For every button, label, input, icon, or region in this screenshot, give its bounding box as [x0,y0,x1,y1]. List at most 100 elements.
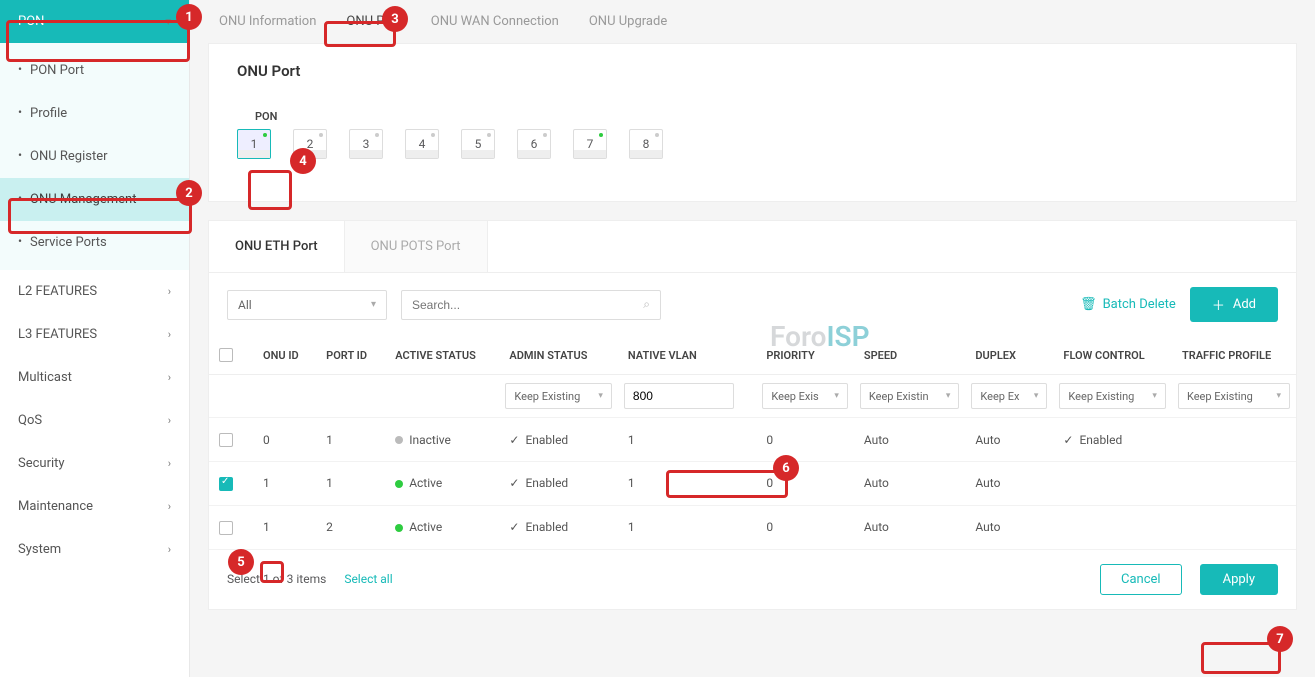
bulk-traffic-profile-select[interactable]: Keep Existing▾ [1178,383,1290,409]
table-row: 0 1 Inactive ✓Enabled 1 0 Auto Auto ✓Ena… [209,418,1296,462]
col-traffic-profile: TRAFFIC PROFILE [1172,336,1296,375]
sidebar-item-label: ONU Management [30,192,136,207]
sidebar-item-profile[interactable]: Profile [0,92,189,135]
status-dot-icon [395,480,403,488]
tab-onu-upgrade[interactable]: ONU Upgrade [585,10,671,33]
sidebar-item-system[interactable]: System › [0,528,189,571]
bulk-duplex-select[interactable]: Keep Ex ▾ [971,383,1047,409]
search-icon: ⌕ [643,297,650,312]
chevron-right-icon: › [168,371,171,384]
col-admin-status: ADMIN STATUS [499,336,618,375]
chevron-right-icon: › [168,500,171,513]
plus-icon: ＋ [1212,295,1225,314]
sidebar-item-l3-features[interactable]: L3 FEATURES› [0,313,189,356]
check-icon: ✓ [509,433,519,447]
col-port-id: PORT ID [316,336,385,375]
subtab-onu-pots-port[interactable]: ONU POTS Port [345,221,488,272]
tab-onu-wan-connection[interactable]: ONU WAN Connection [427,10,563,33]
sidebar-item-label: QoS [18,413,42,428]
sidebar-item-maintenance[interactable]: Maintenance › [0,485,189,528]
sidebar-item-onu-register[interactable]: ONU Register [0,135,189,178]
bulk-native-vlan-input[interactable] [624,383,734,409]
sidebar-section-pon[interactable]: PON ▾ [0,0,189,43]
cell-flow-control [1053,461,1172,505]
bulk-edit-row: Keep Existing▾ Keep Exis▾ Keep Existin▾ … [209,375,1296,418]
bulk-admin-status-select[interactable]: Keep Existing▾ [505,383,612,409]
cell-traffic-profile [1172,418,1296,462]
sidebar-item-label: Security [18,456,65,471]
selection-summary: Select 1 of 3 items [227,572,326,586]
subtab-onu-eth-port[interactable]: ONU ETH Port [209,221,345,272]
pon-label: PON [255,110,1268,123]
sidebar-item-label: L2 FEATURES [18,284,97,299]
cell-native-vlan: 1 [618,505,756,549]
pon-port-2[interactable]: 2 [293,129,327,159]
chevron-down-icon: ▾ [1034,391,1039,401]
cell-port-id: 1 [316,461,385,505]
pon-port-6[interactable]: 6 [517,129,551,159]
tab-onu-port[interactable]: ONU Port [342,10,404,33]
select-all-link[interactable]: Select all [344,572,392,586]
col-native-vlan: NATIVE VLAN [618,336,756,375]
pon-port-7[interactable]: 7 [573,129,607,159]
pon-port-5[interactable]: 5 [461,129,495,159]
col-flow-control: FLOW CONTROL [1053,336,1172,375]
cell-port-id: 1 [316,418,385,462]
select-value: Keep Existin [869,390,929,403]
sidebar-item-service-ports[interactable]: Service Ports [0,221,189,264]
sidebar-item-multicast[interactable]: Multicast› [0,356,189,399]
select-value: Keep Ex [980,390,1019,403]
bulk-flow-control-select[interactable]: Keep Existing ▾ [1059,383,1166,409]
chevron-right-icon: › [168,457,171,470]
chevron-right-icon: › [168,414,171,427]
cancel-button[interactable]: Cancel [1100,564,1182,595]
status-dot-icon [395,436,403,444]
col-duplex: DUPLEX [965,336,1053,375]
pon-port-1[interactable]: 1 [237,129,271,159]
cell-active-status: Active [409,476,442,490]
bulk-priority-select[interactable]: Keep Exis▾ [762,383,848,409]
chevron-down-icon: ▾ [598,391,603,401]
cell-traffic-profile [1172,505,1296,549]
cell-speed: Auto [854,418,966,462]
chevron-right-icon: › [168,543,171,556]
sidebar-item-l2-features[interactable]: L2 FEATURES› [0,270,189,313]
add-label: Add [1233,297,1256,312]
search-input-wrapper[interactable]: ⌕ [401,290,661,320]
table-row: 1 1 Active ✓Enabled 1 0 Auto Auto [209,461,1296,505]
sidebar-item-label: System [18,542,61,557]
apply-button[interactable]: Apply [1200,564,1278,595]
select-all-checkbox[interactable] [219,348,233,362]
search-input[interactable] [412,298,643,312]
chevron-down-icon: ▾ [165,15,171,28]
select-value: Keep Existing [1068,390,1134,403]
cell-duplex: Auto [965,461,1053,505]
sidebar-item-onu-management[interactable]: ONU Management [0,178,189,221]
sidebar-item-label: Service Ports [30,235,107,250]
row-checkbox[interactable] [219,521,233,535]
chevron-down-icon: ▾ [1152,391,1157,401]
cell-flow-control: Enabled [1079,433,1122,447]
sidebar-item-label: PON Port [30,63,84,78]
pon-port-4[interactable]: 4 [405,129,439,159]
sidebar-item-pon-port[interactable]: PON Port [0,49,189,92]
row-checkbox[interactable] [219,477,233,491]
tab-label: ONU Information [219,14,316,29]
sidebar-item-label: Maintenance [18,499,93,514]
cell-onu-id: 0 [253,418,316,462]
pon-port-3[interactable]: 3 [349,129,383,159]
sidebar-item-security[interactable]: Security › [0,442,189,485]
sidebar-item-qos[interactable]: QoS › [0,399,189,442]
add-button[interactable]: ＋ Add [1190,287,1278,322]
filter-dropdown[interactable]: All ▾ [227,290,387,320]
tab-onu-information[interactable]: ONU Information [215,10,320,33]
cell-admin-status: Enabled [525,476,568,490]
row-checkbox[interactable] [219,433,233,447]
bulk-speed-select[interactable]: Keep Existin▾ [860,383,960,409]
pon-port-label: 6 [531,137,538,151]
filter-dropdown-label: All [238,298,252,312]
batch-delete-button[interactable]: 🗑 Batch Delete [1080,297,1176,312]
check-icon: ✓ [509,476,519,490]
pon-port-8[interactable]: 8 [629,129,663,159]
page-title: ONU Port [237,62,1268,80]
